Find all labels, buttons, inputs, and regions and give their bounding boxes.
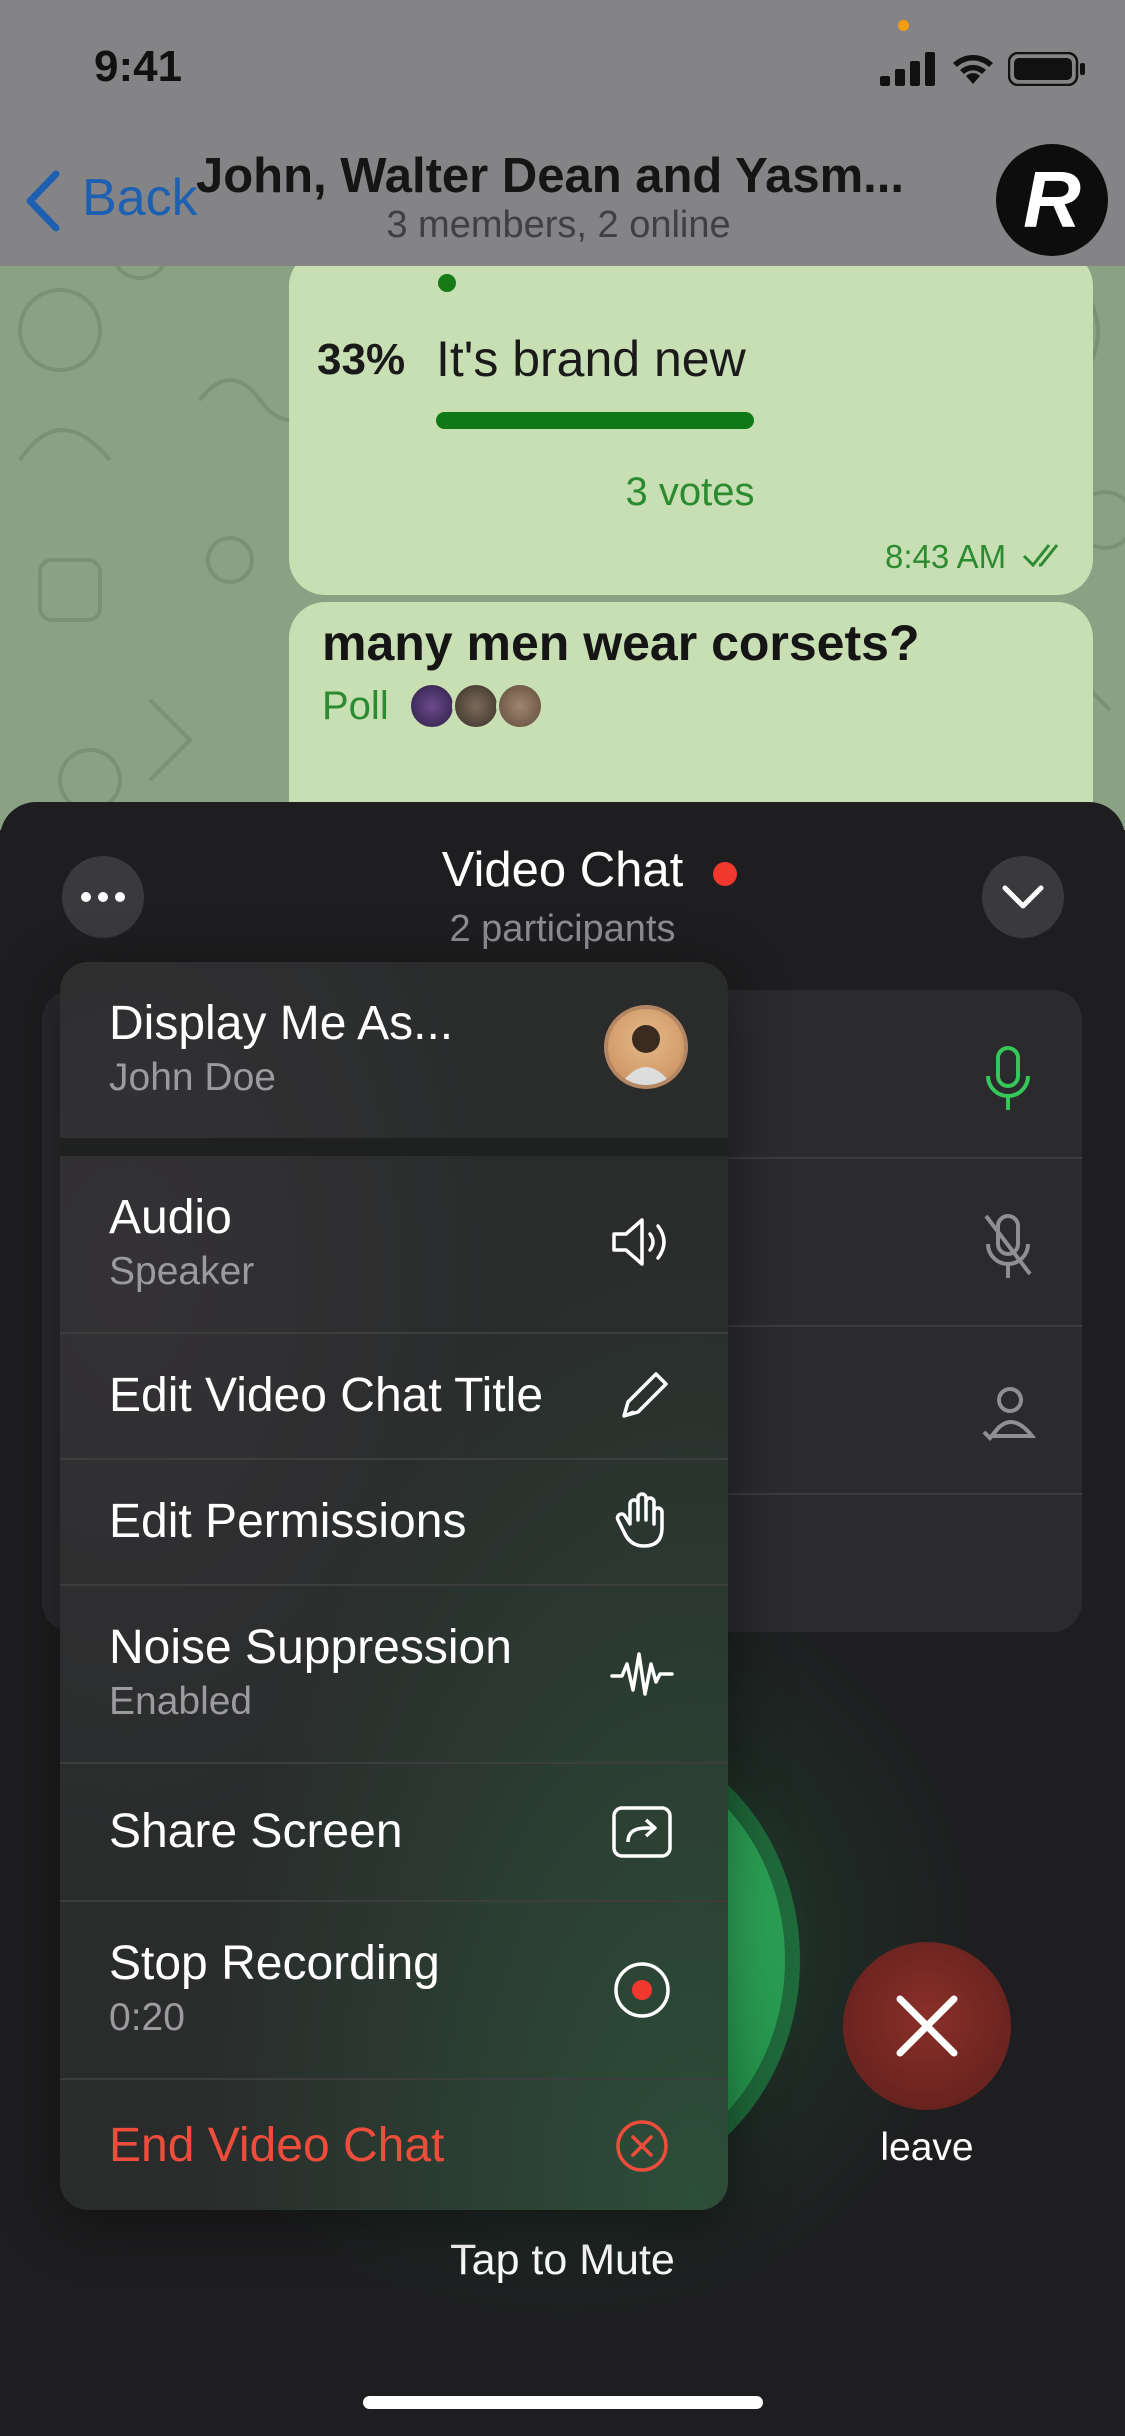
menu-item-end-video-chat[interactable]: End Video Chat bbox=[60, 2080, 728, 2210]
user-avatar bbox=[604, 1005, 688, 1089]
chevron-down-icon bbox=[1002, 885, 1044, 909]
poll-question: many men wear corsets? bbox=[322, 615, 920, 671]
tap-to-mute-label: Tap to Mute bbox=[450, 2236, 675, 2284]
menu-item-label: Stop Recording bbox=[109, 1937, 440, 1990]
menu-item-label: Display Me As... bbox=[109, 997, 454, 1050]
message-time: 8:43 AM bbox=[885, 538, 1007, 575]
poll-voted-dot bbox=[438, 274, 456, 292]
hand-icon bbox=[615, 1492, 664, 1548]
menu-item-stop-recording[interactable]: Stop Recording 0:20 bbox=[60, 1902, 728, 2078]
row-divider bbox=[726, 1493, 1082, 1495]
wifi-icon bbox=[953, 55, 993, 84]
menu-item-label: End Video Chat bbox=[109, 2119, 445, 2172]
double-check-icon bbox=[1022, 544, 1059, 568]
menu-item-sublabel: John Doe bbox=[109, 1056, 276, 1099]
poll-option-text: It's brand new bbox=[436, 331, 746, 387]
menu-item-sublabel: 0:20 bbox=[109, 1996, 185, 2039]
back-button[interactable]: Back bbox=[82, 168, 198, 228]
chat-title[interactable]: John, Walter Dean and Yasm... bbox=[196, 148, 926, 204]
participants-count: 2 participants bbox=[449, 908, 676, 950]
poll-option-percent: 33% bbox=[317, 335, 406, 384]
video-chat-title-text: Video Chat bbox=[441, 843, 684, 897]
menu-item-display-me-as[interactable]: Display Me As... John Doe bbox=[60, 962, 728, 1138]
waveform-icon bbox=[610, 1652, 674, 1696]
poll-votes-link[interactable]: 3 votes bbox=[290, 470, 1090, 515]
menu-item-label: Edit Permissions bbox=[109, 1495, 467, 1548]
collapse-button[interactable] bbox=[982, 856, 1064, 938]
back-chevron-icon[interactable] bbox=[22, 168, 64, 234]
microphone-muted-icon[interactable] bbox=[980, 1210, 1036, 1282]
battery-icon bbox=[1008, 52, 1085, 86]
voter-avatar bbox=[452, 682, 500, 730]
leave-label: leave bbox=[880, 2126, 974, 2169]
chat-subtitle: 3 members, 2 online bbox=[386, 204, 731, 246]
video-chat-title: Video Chat bbox=[300, 842, 825, 898]
menu-item-edit-title[interactable]: Edit Video Chat Title bbox=[60, 1334, 728, 1458]
menu-item-label: Noise Suppression bbox=[109, 1621, 512, 1674]
leave-button[interactable] bbox=[843, 1942, 1011, 2110]
speaker-icon bbox=[612, 1218, 666, 1266]
record-icon bbox=[614, 1962, 670, 2018]
cellular-signal-icon bbox=[880, 52, 935, 86]
person-silhouette-icon bbox=[620, 1025, 672, 1085]
video-chat-options-menu: Display Me As... John Doe Audio Speaker … bbox=[60, 962, 728, 2210]
menu-item-audio[interactable]: Audio Speaker bbox=[60, 1156, 728, 1332]
home-indicator[interactable] bbox=[363, 2396, 763, 2409]
pencil-icon bbox=[622, 1372, 668, 1418]
row-divider bbox=[726, 1157, 1082, 1159]
invite-member-icon[interactable] bbox=[980, 1378, 1036, 1450]
close-icon bbox=[896, 1995, 958, 2057]
voter-avatar bbox=[496, 682, 544, 730]
menu-item-label: Share Screen bbox=[109, 1805, 403, 1858]
recording-dot bbox=[713, 862, 737, 886]
menu-item-edit-permissions[interactable]: Edit Permissions bbox=[60, 1460, 728, 1584]
menu-item-noise-suppression[interactable]: Noise Suppression Enabled bbox=[60, 1586, 728, 1762]
poll-option-bar bbox=[436, 412, 754, 429]
status-time: 9:41 bbox=[94, 42, 183, 91]
menu-item-share-screen[interactable]: Share Screen bbox=[60, 1764, 728, 1900]
menu-item-label: Audio bbox=[109, 1191, 232, 1244]
chat-avatar[interactable]: R bbox=[996, 144, 1108, 256]
menu-item-label: Edit Video Chat Title bbox=[109, 1369, 544, 1422]
ellipsis-icon bbox=[81, 892, 125, 902]
share-screen-icon bbox=[612, 1806, 672, 1858]
menu-item-sublabel: Speaker bbox=[109, 1250, 255, 1293]
close-circle-icon bbox=[616, 2120, 668, 2172]
privacy-indicator-dot bbox=[898, 20, 909, 31]
microphone-icon[interactable] bbox=[980, 1042, 1036, 1114]
more-options-button[interactable] bbox=[62, 856, 144, 938]
menu-section-divider bbox=[60, 1138, 728, 1156]
voter-avatar bbox=[408, 682, 456, 730]
row-divider bbox=[726, 1325, 1082, 1327]
poll-label: Poll bbox=[322, 684, 389, 728]
menu-item-sublabel: Enabled bbox=[109, 1680, 253, 1723]
